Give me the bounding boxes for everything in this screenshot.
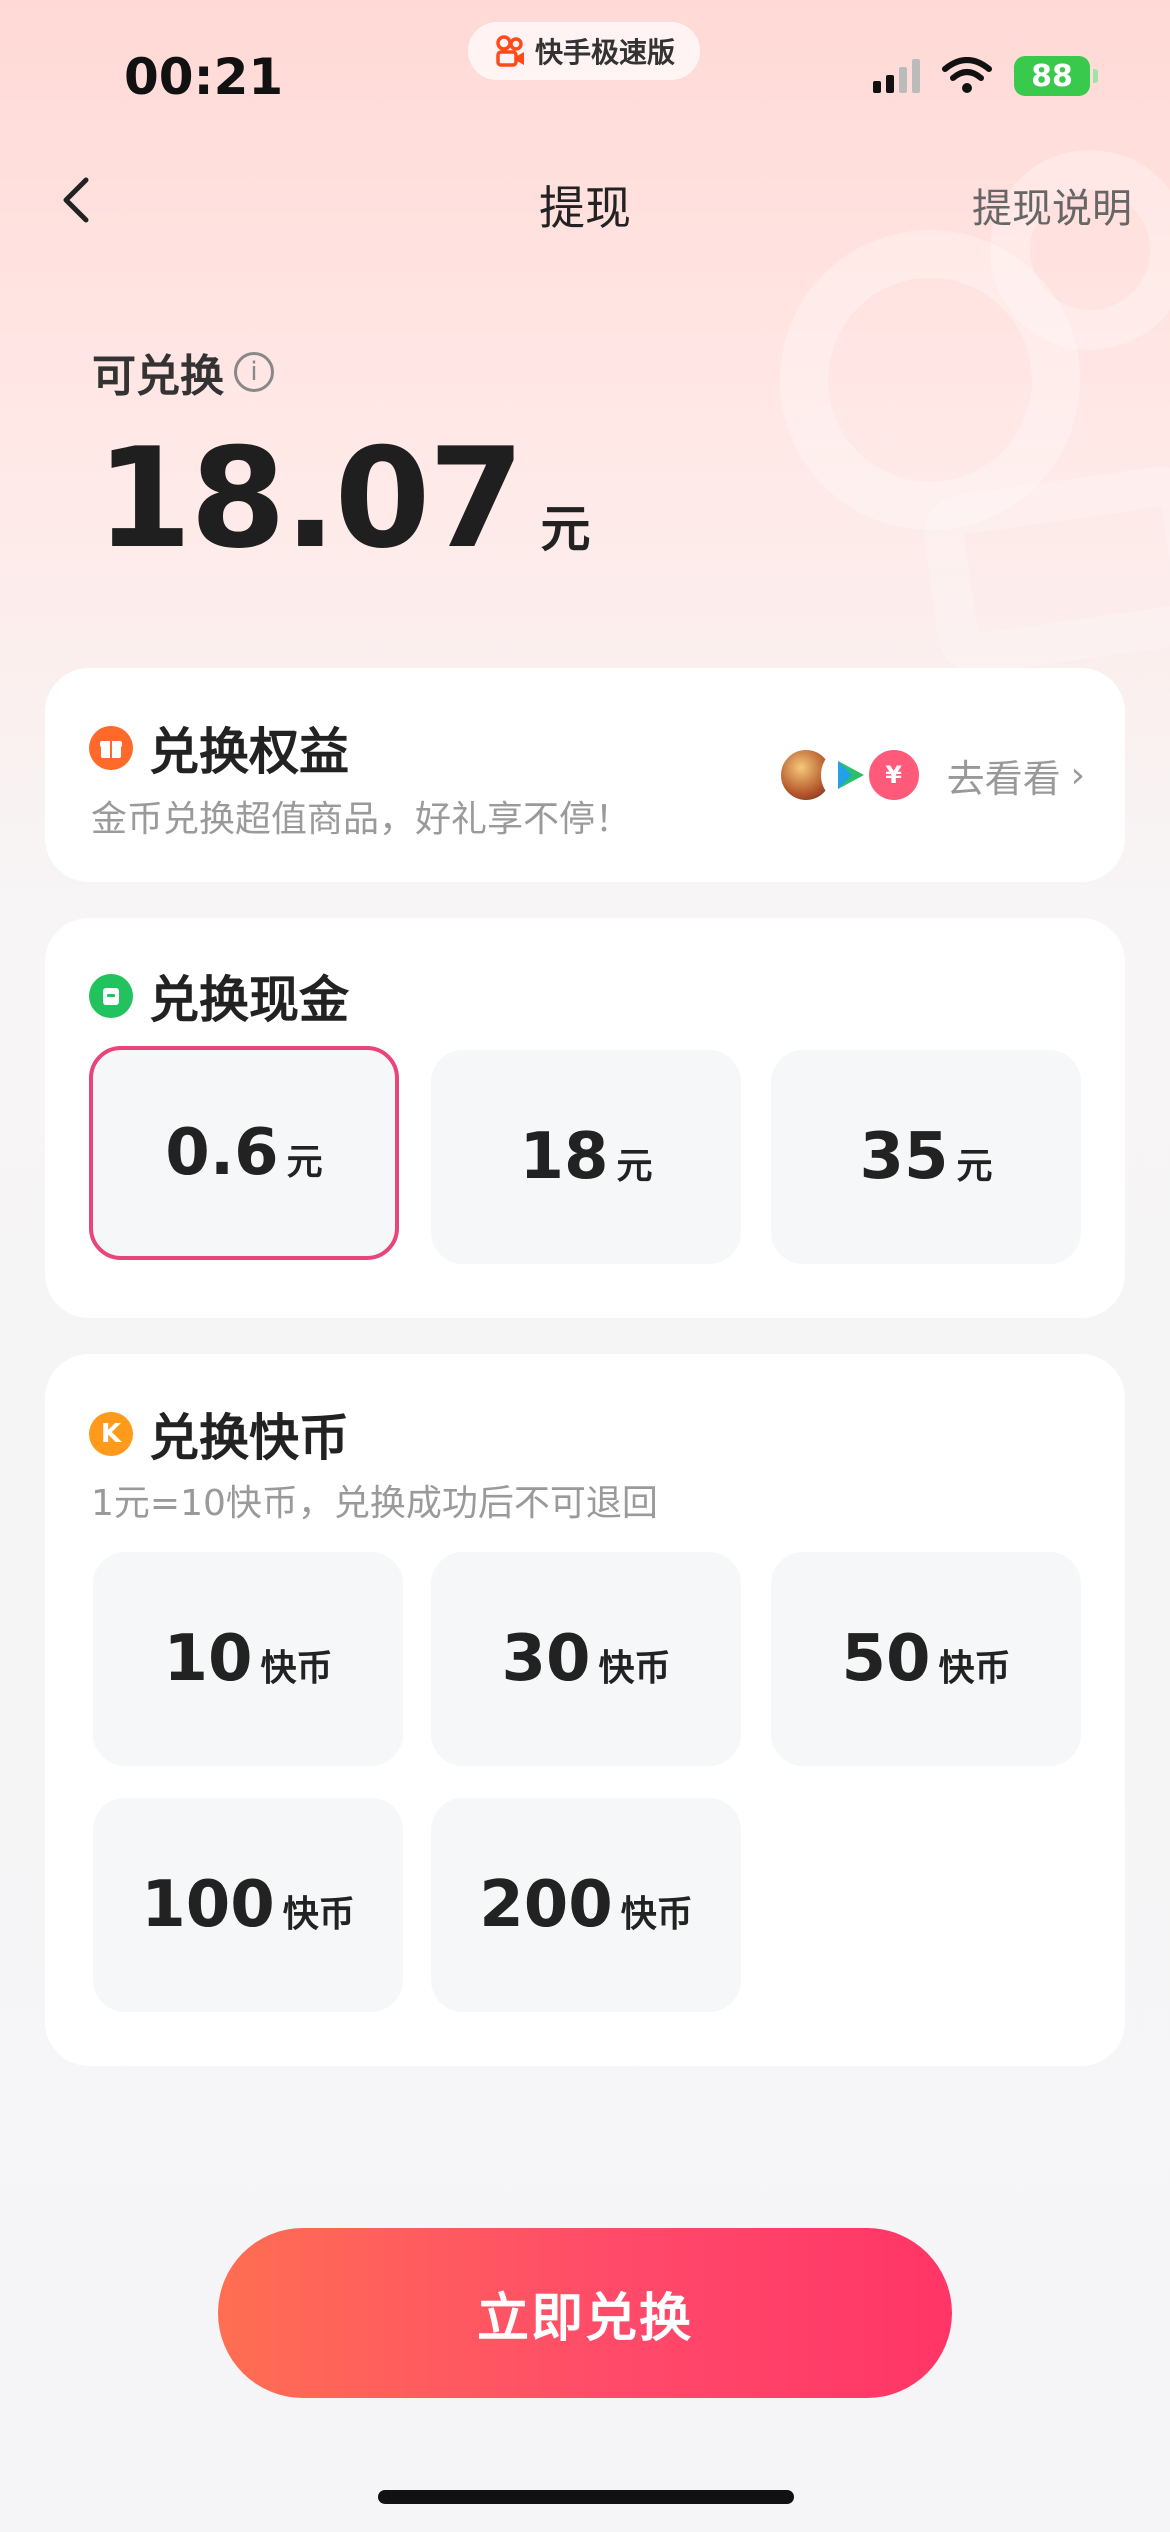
cash-option-18[interactable]: 18 元 [431, 1050, 741, 1264]
option-unit: 快币 [620, 1894, 693, 1935]
exchange-perks-card[interactable]: 兑换权益 金币兑换超值商品，好礼享不停！ ¥ 去看看 › [45, 668, 1125, 882]
option-unit: 元 [286, 1142, 323, 1183]
coin-option-50[interactable]: 50 快币 [771, 1552, 1081, 1766]
balance-value: 18.07 [96, 418, 525, 579]
perks-go-text: 去看看 [946, 756, 1061, 801]
kuaishou-logo-icon [496, 35, 524, 67]
option-unit: 快币 [260, 1648, 333, 1689]
exchange-cash-card: 兑换现金 0.6 元 18 元 35 元 [45, 918, 1125, 1318]
perks-go-link[interactable]: ¥ 去看看 › [776, 746, 1085, 804]
background-logo-shape [918, 461, 1170, 679]
option-value: 100 [141, 1868, 275, 1942]
home-indicator[interactable] [378, 2490, 794, 2504]
balance-amount: 18.07 元 [96, 418, 591, 579]
info-icon[interactable]: i [234, 352, 274, 392]
cash-icon [89, 974, 133, 1018]
option-value: 35 [859, 1120, 949, 1194]
option-value: 10 [163, 1622, 253, 1696]
coin-option-10[interactable]: 10 快币 [93, 1552, 403, 1766]
cash-title-text: 兑换现金 [149, 971, 349, 1029]
coins-title-text: 兑换快币 [149, 1409, 349, 1467]
perks-title-text: 兑换权益 [149, 723, 349, 781]
option-value: 18 [519, 1120, 609, 1194]
wifi-icon [942, 57, 992, 93]
app-indicator-pill[interactable]: 快手极速版 [468, 22, 700, 80]
option-value: 50 [841, 1622, 931, 1696]
option-value: 200 [479, 1868, 613, 1942]
coin-option-30[interactable]: 30 快币 [431, 1552, 741, 1766]
cash-option-0.6[interactable]: 0.6 元 [89, 1046, 399, 1260]
withdraw-page: 00:21 快手极速版 88 提现 提现说明 可兑换 i 18.07 元 兑换权… [0, 0, 1170, 2532]
balance-unit: 元 [540, 500, 591, 558]
status-indicators: 88 [873, 56, 1098, 96]
coin-option-200[interactable]: 200 快币 [431, 1798, 741, 2012]
status-time: 00:21 [124, 48, 284, 106]
chevron-right-icon: › [1070, 754, 1085, 796]
kuaibi-coin-icon: K [89, 1412, 133, 1456]
redeemable-label: 可兑换 i [92, 340, 274, 404]
coins-subtitle: 1元=10快币，兑换成功后不可退回 [91, 1483, 658, 1524]
perks-title: 兑换权益 [89, 712, 349, 784]
coin-option-100[interactable]: 100 快币 [93, 1798, 403, 2012]
withdraw-instructions-link[interactable]: 提现说明 [972, 176, 1132, 234]
option-value: 0.6 [165, 1116, 279, 1190]
cellular-signal-icon [873, 59, 920, 93]
option-value: 30 [501, 1622, 591, 1696]
coupon-icon: ¥ [864, 746, 923, 804]
option-unit: 元 [616, 1146, 653, 1187]
gift-icon [89, 726, 133, 770]
cash-option-35[interactable]: 35 元 [771, 1050, 1081, 1264]
option-unit: 快币 [938, 1648, 1011, 1689]
coins-title: K 兑换快币 [89, 1398, 349, 1470]
option-unit: 元 [956, 1146, 993, 1187]
option-unit: 快币 [282, 1894, 355, 1935]
battery-level: 88 [1031, 58, 1073, 94]
exchange-coins-card: K 兑换快币 1元=10快币，兑换成功后不可退回 10 快币 30 快币 50 … [45, 1354, 1125, 2066]
app-name: 快手极速版 [534, 36, 675, 69]
cash-title: 兑换现金 [89, 960, 349, 1032]
battery-icon: 88 [1014, 56, 1098, 96]
perks-subtitle: 金币兑换超值商品，好礼享不停！ [91, 799, 632, 840]
redeem-now-button[interactable]: 立即兑换 [218, 2228, 952, 2398]
redeemable-label-text: 可兑换 [92, 351, 224, 402]
option-unit: 快币 [598, 1648, 671, 1689]
